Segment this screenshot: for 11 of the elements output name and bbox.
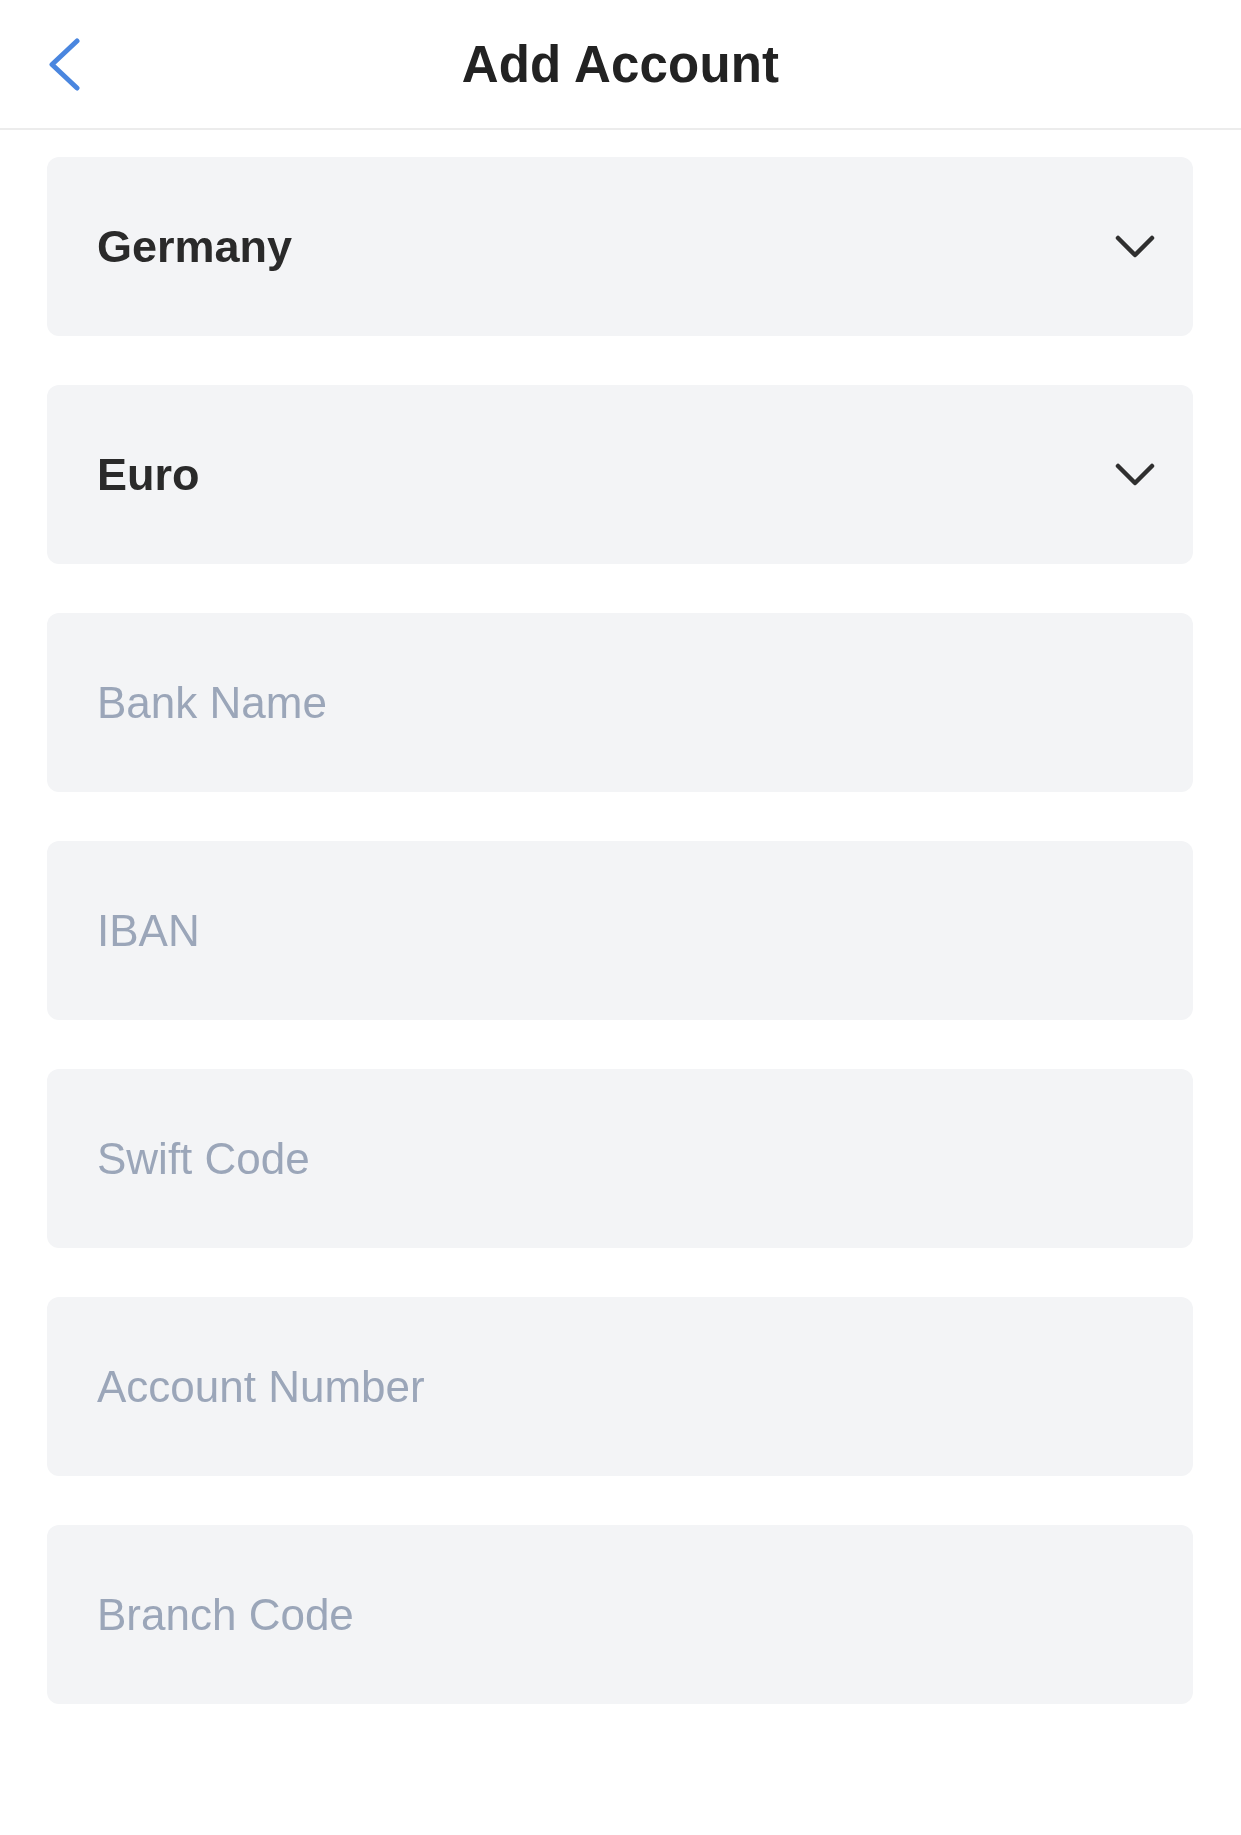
- chevron-down-icon: [1115, 234, 1155, 259]
- back-icon: [48, 37, 80, 91]
- input-field[interactable]: Swift Code: [47, 1069, 1193, 1248]
- select-field[interactable]: Euro: [47, 385, 1193, 564]
- select-field[interactable]: Germany: [47, 157, 1193, 336]
- input-field[interactable]: IBAN: [47, 841, 1193, 1020]
- page-title: Add Account: [460, 34, 781, 94]
- input-field[interactable]: Account Number: [47, 1297, 1193, 1476]
- input-field[interactable]: Branch Code: [47, 1525, 1193, 1704]
- chevron-down-icon: [1115, 462, 1155, 487]
- input-field[interactable]: Bank Name: [47, 613, 1193, 792]
